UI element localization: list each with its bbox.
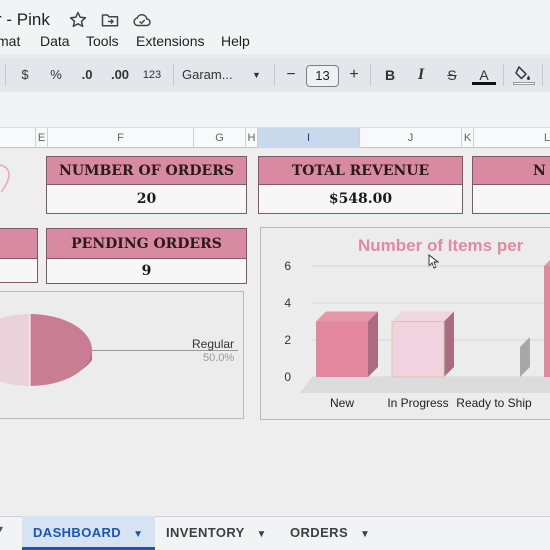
tab-orders-label: ORDERS bbox=[290, 525, 349, 540]
kpi-partial-value bbox=[472, 185, 550, 214]
bar-top bbox=[316, 311, 378, 322]
text-color-swatch bbox=[472, 82, 496, 85]
x-tick-label: New bbox=[330, 396, 354, 410]
pie-legend-percent: 50.0% bbox=[203, 352, 235, 364]
percent-format-button[interactable]: % bbox=[45, 58, 67, 92]
pie-chart-graphic bbox=[0, 306, 100, 402]
fill-color-icon[interactable] bbox=[513, 64, 533, 84]
column-header-f[interactable]: F bbox=[48, 128, 194, 148]
toolbar-divider bbox=[503, 64, 504, 86]
bar bbox=[544, 266, 550, 377]
decrease-font-size-button[interactable]: − bbox=[282, 58, 300, 92]
tab-dashboard[interactable]: DASHBOARD ▼ bbox=[22, 516, 155, 550]
column-header-l-label: L bbox=[544, 132, 550, 144]
menu-format[interactable]: mat bbox=[0, 33, 20, 49]
y-tick-label: 0 bbox=[284, 370, 291, 384]
currency-format-button[interactable]: $ bbox=[14, 58, 36, 92]
kpi-left-partial-value bbox=[0, 259, 38, 283]
font-size-input[interactable]: 13 bbox=[306, 65, 339, 87]
bar-side bbox=[520, 337, 530, 377]
document-title[interactable]: r - Pink bbox=[0, 10, 50, 30]
menu-extensions[interactable]: Extensions bbox=[136, 33, 204, 49]
menu-help[interactable]: Help bbox=[221, 33, 250, 49]
toolbar-divider bbox=[370, 64, 371, 86]
italic-button[interactable]: I bbox=[411, 58, 431, 92]
column-header-l[interactable]: L bbox=[474, 128, 550, 148]
bar bbox=[316, 321, 368, 377]
kpi-orders-header: NUMBER OF ORDERS bbox=[46, 156, 247, 185]
chevron-down-icon: ▼ bbox=[252, 70, 261, 80]
column-header-i[interactable]: I bbox=[258, 128, 360, 148]
tab-inventory[interactable]: INVENTORY ▼ bbox=[166, 516, 270, 550]
chevron-down-icon[interactable]: ▼ bbox=[257, 529, 267, 540]
pie-legend-label: Regular bbox=[192, 337, 235, 351]
increase-decimal-button[interactable]: .00 bbox=[105, 58, 135, 92]
bar bbox=[391, 321, 445, 378]
increase-font-size-button[interactable]: + bbox=[345, 58, 363, 92]
chevron-down-icon[interactable]: ▼ bbox=[133, 529, 143, 540]
increase-decimal-label: .00 bbox=[110, 67, 130, 82]
kpi-revenue-amount: $548.00 bbox=[328, 191, 393, 207]
kpi-pending-header: PENDING ORDERS bbox=[46, 228, 247, 259]
chevron-down-icon[interactable]: ▼ bbox=[360, 529, 370, 540]
strikethrough-button[interactable]: S bbox=[442, 58, 462, 92]
chart-floor bbox=[300, 377, 550, 393]
cloud-status-icon[interactable] bbox=[132, 10, 152, 30]
formula-bar[interactable] bbox=[0, 92, 550, 128]
menu-tools[interactable]: Tools bbox=[86, 33, 119, 49]
menu-bar bbox=[0, 32, 550, 54]
tab-dashboard-label: DASHBOARD bbox=[33, 525, 122, 540]
bar-chart-plot: 0246NewIn ProgressReady to ShipS bbox=[284, 259, 550, 410]
bar-side bbox=[368, 311, 378, 377]
y-tick-label: 6 bbox=[284, 259, 291, 273]
column-header-j[interactable]: J bbox=[360, 128, 462, 148]
bar-top bbox=[392, 311, 454, 322]
column-header-h[interactable]: H bbox=[246, 128, 258, 148]
bar-side bbox=[444, 311, 454, 377]
logo-flourish bbox=[0, 160, 14, 194]
y-tick-label: 2 bbox=[284, 333, 291, 347]
x-tick-label: In Progress bbox=[387, 396, 448, 410]
text-color-letter: A bbox=[479, 67, 489, 83]
decrease-decimal-label: .0 bbox=[81, 67, 93, 82]
chevron-down-icon[interactable]: ▾ bbox=[0, 524, 12, 535]
kpi-pending-value: 9 bbox=[46, 259, 247, 284]
font-family-select[interactable]: Garam... ▼ bbox=[182, 58, 264, 92]
star-icon[interactable] bbox=[68, 10, 88, 30]
bar-top bbox=[544, 260, 550, 266]
toolbar-divider bbox=[274, 64, 275, 86]
toolbar-divider bbox=[542, 64, 543, 86]
move-to-folder-icon[interactable] bbox=[100, 10, 120, 30]
menu-data[interactable]: Data bbox=[40, 33, 70, 49]
column-header-g[interactable]: G bbox=[194, 128, 246, 148]
y-tick-label: 4 bbox=[284, 296, 291, 310]
kpi-left-partial-header bbox=[0, 228, 38, 259]
tab-inventory-label: INVENTORY bbox=[166, 525, 245, 540]
bold-button[interactable]: B bbox=[380, 58, 400, 92]
toolbar-divider bbox=[5, 64, 6, 86]
font-family-value: Garam... bbox=[182, 67, 233, 82]
kpi-orders-value: 20 bbox=[46, 185, 247, 214]
tab-orders[interactable]: ORDERS ▼ bbox=[290, 516, 380, 550]
kpi-partial-header: N bbox=[472, 156, 550, 185]
column-header-e[interactable]: E bbox=[36, 128, 48, 148]
number-format-button[interactable]: 123 bbox=[139, 58, 165, 92]
decrease-decimal-button[interactable]: .0 bbox=[74, 58, 100, 92]
fill-color-swatch bbox=[513, 82, 535, 85]
kpi-revenue-value: $548.00 bbox=[258, 185, 463, 214]
text-color-button[interactable]: A bbox=[472, 58, 496, 92]
column-header-k[interactable]: K bbox=[462, 128, 474, 148]
kpi-revenue-header: TOTAL REVENUE bbox=[258, 156, 463, 185]
toolbar-divider bbox=[173, 64, 174, 86]
column-header-partial[interactable] bbox=[0, 128, 36, 148]
x-tick-label: Ready to Ship bbox=[456, 396, 532, 410]
